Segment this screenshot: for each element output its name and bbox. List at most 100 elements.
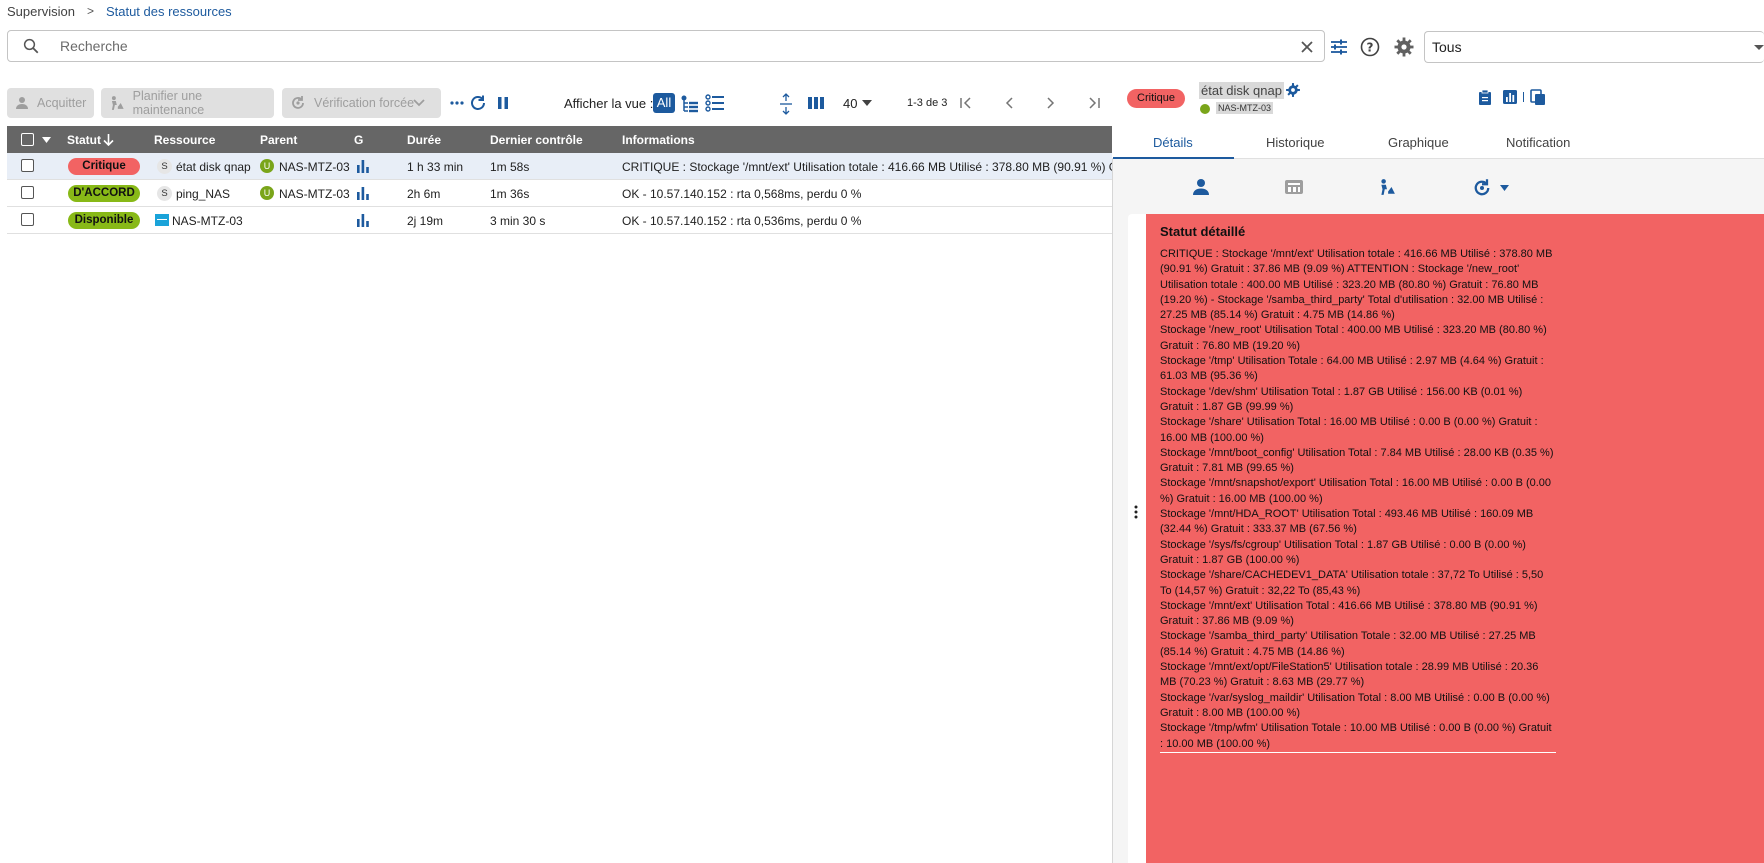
table-row[interactable]: Critique S état disk qnap U NAS-MTZ-03 1…	[7, 153, 1112, 180]
parent-name[interactable]: NAS-MTZ-03	[279, 187, 350, 201]
maintenance-icon[interactable]	[1378, 178, 1396, 196]
help-icon[interactable]: ?	[1359, 36, 1381, 58]
bar-chart-icon[interactable]	[356, 186, 370, 200]
user-icon	[16, 97, 28, 109]
table-row[interactable]: Disponible NAS-MTZ-03 2j 19m 3 min 30 s …	[7, 207, 1112, 234]
columns-icon[interactable]	[807, 96, 825, 110]
service-avatar: S	[157, 186, 172, 201]
parent-name[interactable]: NAS-MTZ-03	[279, 160, 350, 174]
status-line: Stockage '/mnt/boot_config' Utilisation …	[1160, 446, 1554, 475]
gear-icon[interactable]	[1393, 36, 1415, 58]
status-line: Stockage '/share' Utilisation Total : 16…	[1160, 416, 1538, 444]
column-duration[interactable]: Durée	[407, 133, 441, 147]
page-size-select[interactable]: 40	[843, 96, 857, 111]
bar-chart-icon[interactable]	[356, 213, 370, 227]
acknowledge-label: Acquitter	[37, 96, 87, 110]
table-row[interactable]: D'ACCORD S ping_NAS U NAS-MTZ-03 2h 6m 1…	[7, 180, 1112, 207]
next-page-icon[interactable]	[1044, 96, 1058, 110]
column-information[interactable]: Informations	[622, 133, 695, 147]
expand-rows-icon[interactable]	[779, 93, 793, 115]
column-status[interactable]: Statut	[67, 133, 101, 147]
row-checkbox[interactable]	[21, 213, 34, 226]
close-icon[interactable]	[1299, 39, 1315, 55]
last-check: 1m 58s	[490, 160, 530, 174]
maintenance-icon	[111, 96, 124, 110]
downtime-icon	[1285, 180, 1303, 194]
view-label: Afficher la vue :	[564, 96, 654, 111]
column-resource[interactable]: Ressource	[154, 133, 215, 147]
clipboard-icon[interactable]	[1477, 89, 1493, 106]
force-check-button[interactable]: Vérification forcée	[282, 88, 441, 118]
copy-icon[interactable]	[1530, 89, 1547, 106]
duration: 2h 6m	[407, 187, 441, 201]
divider	[1523, 92, 1524, 102]
status-line: CRITIQUE : Stockage '/mnt/ext' Utilisati…	[1160, 248, 1553, 322]
status-badge: D'ACCORD	[68, 185, 140, 202]
drag-handle-icon[interactable]	[1134, 505, 1138, 519]
information: OK - 10.57.140.152 : rta 0,536ms, perdu …	[622, 214, 862, 228]
previous-page-icon[interactable]	[1002, 96, 1016, 110]
sort-arrow-down-icon[interactable]	[103, 133, 114, 146]
caret-down-icon[interactable]	[42, 137, 51, 143]
chart-icon[interactable]	[1503, 90, 1517, 104]
row-checkbox[interactable]	[21, 159, 34, 172]
tab-history[interactable]: Historique	[1266, 135, 1325, 150]
caret-down-icon[interactable]	[1500, 185, 1509, 191]
breadcrumb-resource-status[interactable]: Statut des ressources	[106, 4, 232, 19]
caret-down-icon	[1754, 45, 1764, 50]
row-checkbox[interactable]	[21, 186, 34, 199]
search-icon	[23, 38, 39, 54]
panel-resource-name[interactable]: état disk qnap	[1199, 82, 1284, 99]
information: OK - 10.57.140.152 : rta 0,568ms, perdu …	[622, 187, 862, 201]
status-line: Stockage '/share/CACHEDEV1_DATA' Utilisa…	[1160, 569, 1544, 597]
force-check-icon[interactable]	[1472, 178, 1492, 198]
first-page-icon[interactable]	[959, 96, 973, 110]
chevron-down-icon[interactable]	[413, 98, 425, 108]
detailed-status-title: Statut détaillé	[1160, 224, 1246, 239]
details-tabs: Détails Historique Graphique Notificatio…	[1112, 126, 1764, 159]
select-all-checkbox[interactable]	[21, 133, 34, 146]
status-line: Stockage '/mnt/HDA_ROOT' Utilisation Tot…	[1160, 508, 1534, 536]
column-graph[interactable]: G	[354, 133, 363, 147]
filter-settings-icon[interactable]	[1328, 36, 1350, 58]
acknowledge-user-icon[interactable]	[1192, 178, 1210, 196]
resource-name[interactable]: ping_NAS	[176, 187, 230, 201]
gear-icon[interactable]	[1285, 82, 1301, 98]
resource-name[interactable]: NAS-MTZ-03	[172, 214, 243, 228]
last-check: 1m 36s	[490, 187, 530, 201]
resource-name[interactable]: état disk qnap	[176, 160, 251, 174]
status-line: Stockage '/sys/fs/cgroup' Utilisation To…	[1160, 538, 1526, 566]
resource-type-select[interactable]: Tous	[1424, 31, 1764, 63]
refresh-check-icon	[292, 96, 304, 109]
status-line: Stockage '/var/syslog_maildir' Utilisati…	[1160, 691, 1550, 719]
detailed-status-text: CRITIQUE : Stockage '/mnt/ext' Utilisati…	[1160, 247, 1556, 753]
schedule-maintenance-button[interactable]: Planifier une maintenance	[101, 88, 274, 118]
tab-graph[interactable]: Graphique	[1388, 135, 1449, 150]
view-all-button[interactable]: All	[653, 93, 675, 113]
panel-parent-name[interactable]: NAS-MTZ-03	[1216, 102, 1274, 114]
host-status-avatar: U	[260, 186, 274, 200]
status-line: Stockage '/mnt/ext/opt/FileStation5' Uti…	[1160, 661, 1539, 689]
column-last-check[interactable]: Dernier contrôle	[490, 133, 583, 147]
tab-details[interactable]: Détails	[1153, 135, 1193, 150]
breadcrumb-supervision[interactable]: Supervision	[7, 4, 75, 19]
duration: 2j 19m	[407, 214, 444, 228]
acknowledge-button[interactable]: Acquitter	[7, 88, 94, 118]
host-icon	[155, 214, 169, 226]
status-line: Stockage '/dev/shm' Utilisation Total : …	[1160, 385, 1523, 413]
column-parent[interactable]: Parent	[260, 133, 297, 147]
duration: 1 h 33 min	[407, 160, 464, 174]
last-page-icon[interactable]	[1087, 96, 1101, 110]
force-check-label: Vérification forcée	[314, 96, 415, 110]
search-box	[7, 30, 1325, 62]
refresh-icon[interactable]	[469, 94, 487, 112]
tab-notification[interactable]: Notification	[1506, 135, 1570, 150]
more-icon[interactable]	[449, 98, 465, 108]
pause-icon[interactable]	[496, 95, 510, 111]
bar-chart-icon[interactable]	[356, 159, 370, 173]
tree-view-icon[interactable]	[680, 94, 700, 114]
caret-down-icon[interactable]	[862, 100, 872, 106]
search-input[interactable]	[60, 36, 1280, 56]
active-tab-indicator	[1113, 157, 1234, 159]
list-view-icon[interactable]	[705, 94, 725, 112]
